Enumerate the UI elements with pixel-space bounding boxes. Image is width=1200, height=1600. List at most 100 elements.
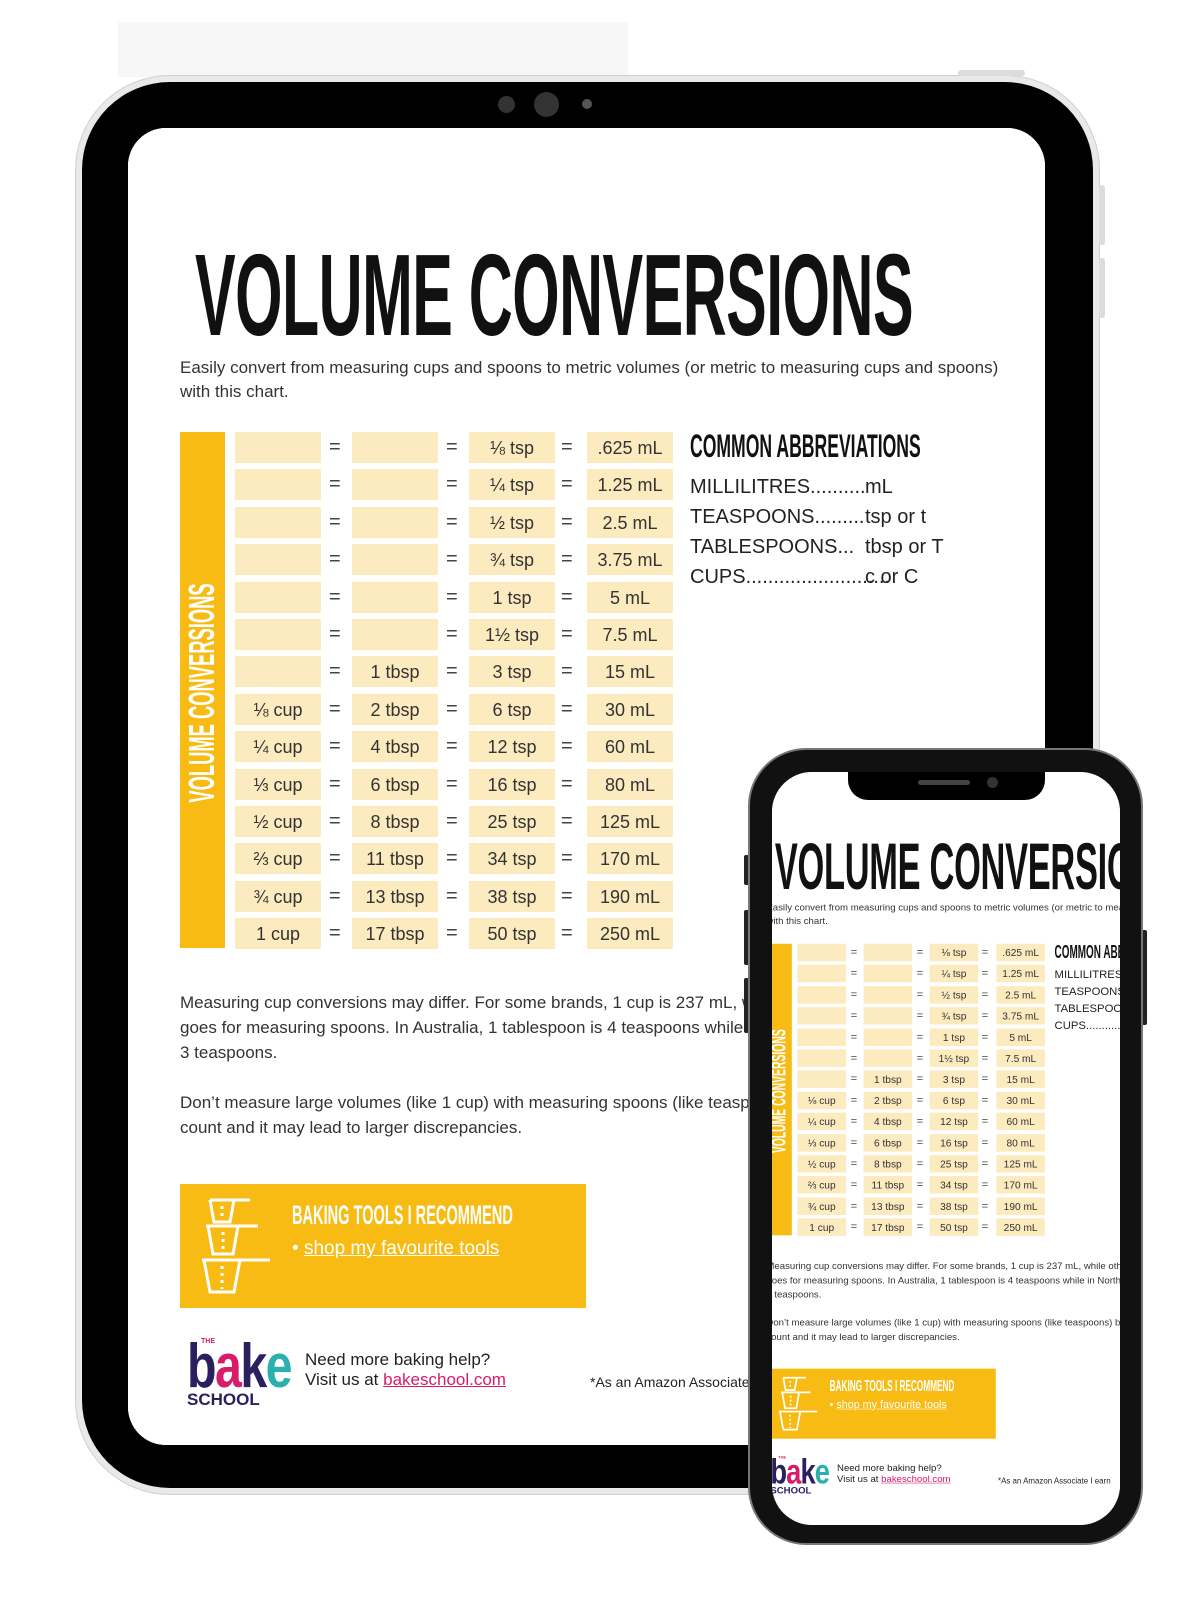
- abbreviation-label: TABLESPOONS...: [1054, 1002, 1120, 1015]
- equals-sign: =: [850, 1030, 858, 1043]
- spoon-note-paragraph: Don’t measure large volumes (like 1 cup)…: [772, 1317, 1120, 1343]
- tsp-cell: 34 tsp: [469, 843, 555, 875]
- tsp-cell: 50 tsp: [469, 918, 555, 950]
- tsp-cell: 1 tsp: [469, 581, 555, 613]
- help-prefix: Visit us at: [837, 1473, 882, 1485]
- tbsp-cell: 4 tbsp: [352, 731, 438, 763]
- tbsp-cell: 8 tbsp: [352, 806, 438, 837]
- equals-sign: =: [561, 697, 573, 720]
- equals-sign: =: [850, 1051, 858, 1065]
- shop-tools-link[interactable]: shop my favourite tools: [304, 1238, 499, 1259]
- tbsp-cell: 17 tbsp: [352, 918, 438, 950]
- equals-sign: =: [561, 623, 573, 645]
- tools-list-item: • shop my favourite tools: [292, 1238, 500, 1259]
- equals-sign: =: [561, 585, 573, 608]
- help-line: Need more baking help?: [837, 1462, 942, 1474]
- abbreviation-value: c or C: [865, 566, 919, 588]
- ml-cell: 170 mL: [996, 1176, 1045, 1194]
- abbreviation-label: TEASPOONS.........: [1054, 985, 1120, 998]
- cups-cell: [797, 986, 847, 1004]
- shop-tools-link[interactable]: shop my favourite tools: [836, 1399, 946, 1411]
- ml-cell: .625 mL: [587, 432, 673, 463]
- cups-cell: [235, 656, 321, 688]
- equals-sign: =: [916, 1136, 924, 1149]
- cups-cell: [797, 1007, 847, 1025]
- phone-notch: [848, 772, 1045, 800]
- bakeschool-link[interactable]: bakeschool.com: [881, 1474, 950, 1485]
- equals-sign: =: [446, 772, 458, 795]
- tsp-cell: ½ tsp: [929, 986, 979, 1004]
- abbreviation-value: mL: [865, 476, 893, 498]
- tbsp-cell: 17 tbsp: [863, 1218, 913, 1236]
- equals-sign: =: [561, 436, 573, 458]
- equals-sign: =: [850, 1009, 858, 1022]
- side-banner: VOLUME CONVERSIONS: [772, 943, 792, 1236]
- tsp-cell: 12 tsp: [929, 1112, 979, 1131]
- equals-sign: =: [561, 884, 573, 907]
- tablet-sensor-icon: [498, 96, 515, 113]
- equals-sign: =: [850, 1157, 858, 1170]
- equals-sign: =: [916, 1051, 924, 1065]
- equals-sign: =: [446, 810, 458, 832]
- equals-sign: =: [916, 1009, 924, 1022]
- help-prefix: Visit us at: [305, 1370, 384, 1389]
- equals-sign: =: [329, 623, 341, 645]
- ml-cell: 60 mL: [587, 731, 673, 763]
- ml-cell: 1.25 mL: [587, 469, 673, 501]
- cups-cell: ¼ cup: [797, 1112, 847, 1131]
- amazon-disclaimer: *As an Amazon Associate I earn: [998, 1475, 1111, 1486]
- tbsp-cell: 11 tbsp: [352, 843, 438, 875]
- tablet-top-button: [958, 70, 1025, 76]
- tsp-cell: ⅛ tsp: [469, 432, 555, 463]
- equals-sign: =: [561, 660, 573, 683]
- equals-sign: =: [981, 988, 989, 1001]
- abbreviation-label: TABLESPOONS...: [690, 536, 855, 558]
- ml-cell: 7.5 mL: [587, 619, 673, 650]
- equals-sign: =: [561, 473, 573, 496]
- equals-sign: =: [446, 884, 458, 907]
- equals-sign: =: [981, 1178, 989, 1191]
- cups-cell: ⅛ cup: [797, 1091, 847, 1110]
- cups-cell: [235, 506, 321, 538]
- ml-cell: 3.75 mL: [587, 544, 673, 576]
- tbsp-cell: [352, 619, 438, 650]
- ml-cell: 80 mL: [996, 1133, 1045, 1152]
- ml-cell: 250 mL: [587, 918, 673, 950]
- help-text: Need more baking help? Visit us at bakes…: [837, 1462, 951, 1485]
- equals-sign: =: [850, 967, 858, 980]
- tsp-cell: 6 tsp: [469, 693, 555, 725]
- cups-cell: [235, 469, 321, 501]
- cups-cell: [797, 964, 847, 983]
- phone-screen: VOLUME CONVERSIONS Easily convert from m…: [772, 772, 1120, 1525]
- equals-sign: =: [916, 1199, 924, 1213]
- tsp-cell: 3 tsp: [469, 656, 555, 688]
- ml-cell: 30 mL: [587, 693, 673, 725]
- tbsp-cell: [863, 943, 913, 962]
- ml-cell: 15 mL: [996, 1070, 1045, 1089]
- tbsp-cell: [863, 1049, 913, 1067]
- tbsp-cell: 8 tbsp: [863, 1155, 913, 1173]
- tsp-cell: 1½ tsp: [929, 1049, 979, 1067]
- equals-sign: =: [850, 1093, 858, 1107]
- tbsp-cell: [352, 581, 438, 613]
- equals-sign: =: [981, 1136, 989, 1149]
- cups-cell: ¾ cup: [797, 1197, 847, 1215]
- tsp-cell: 38 tsp: [929, 1197, 979, 1215]
- equals-sign: =: [446, 436, 458, 458]
- abbreviation-label: MILLILITRES..........: [1054, 968, 1120, 982]
- measuring-cups-icon: [778, 1376, 818, 1431]
- tools-callout: BAKING TOOLS I RECOMMEND • shop my favou…: [772, 1368, 996, 1439]
- ml-cell: 170 mL: [587, 843, 673, 875]
- equals-sign: =: [981, 967, 989, 980]
- equals-sign: =: [850, 1199, 858, 1213]
- abbreviation-label: MILLILITRES..........: [690, 476, 866, 498]
- equals-sign: =: [850, 946, 858, 959]
- tbsp-cell: 13 tbsp: [863, 1197, 913, 1215]
- equals-sign: =: [329, 884, 341, 907]
- tbsp-cell: [863, 986, 913, 1004]
- equals-sign: =: [916, 946, 924, 959]
- tsp-cell: 25 tsp: [929, 1155, 979, 1173]
- ml-cell: 1.25 mL: [996, 964, 1045, 983]
- bakeschool-link[interactable]: bakeschool.com: [383, 1370, 506, 1389]
- equals-sign: =: [981, 946, 989, 959]
